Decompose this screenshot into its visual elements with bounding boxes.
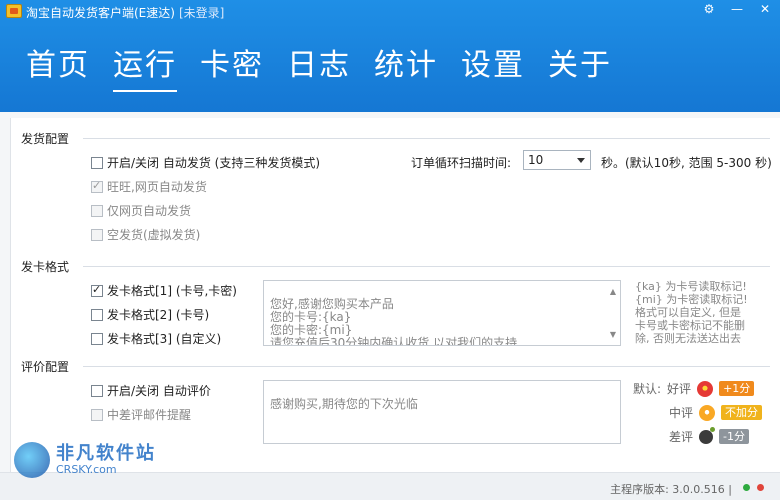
scan-interval-label: 订单循环扫描时间: bbox=[411, 156, 512, 170]
scroll-up-icon[interactable]: ▲ bbox=[610, 285, 616, 298]
mode-virtual[interactable]: 空发货(虚拟发货) bbox=[91, 226, 200, 243]
card-note-line-3: 格式可以自定义, 但是 bbox=[635, 306, 741, 319]
card-format-divider bbox=[83, 266, 770, 267]
neutral-score-badge: 不加分 bbox=[721, 405, 763, 420]
card-format-2[interactable]: 发卡格式[2] (卡号) bbox=[91, 306, 209, 323]
rating-good[interactable]: 默认: 好评 +1分 bbox=[633, 380, 755, 397]
watermark: 非凡软件站 CRSKY.com bbox=[14, 442, 156, 478]
auto-review-checkbox[interactable] bbox=[91, 384, 103, 397]
bad-review-alert[interactable]: 中差评邮件提醒 bbox=[91, 406, 191, 423]
window-controls: ⚙ — ✕ bbox=[702, 2, 772, 16]
mode-virtual-checkbox[interactable] bbox=[91, 228, 103, 241]
card-note-line-1: {ka} 为卡号读取标记! bbox=[635, 280, 747, 293]
version-text: 主程序版本: 3.0.0.516 | bbox=[610, 483, 732, 496]
rating-bad[interactable]: 差评 -1分 bbox=[669, 426, 749, 445]
chevron-down-icon bbox=[577, 158, 585, 163]
tab-about[interactable]: 关于 bbox=[548, 46, 612, 86]
card-template-textarea[interactable]: 您好,感谢您购买本产品 您的卡号:{ka} 您的卡密:{mi} 请您充值后30分… bbox=[263, 280, 621, 346]
status-red-dot bbox=[757, 484, 764, 491]
card-note: {ka} 为卡号读取标记! {mi} 为卡密读取标记! 格式可以自定义, 但是 … bbox=[635, 280, 748, 345]
run-panel: 发货配置 开启/关闭 自动发货 (支持三种发货模式) 旺旺,网页自动发货 仅网页… bbox=[10, 118, 780, 472]
template-scrollbar[interactable]: ▲ ▼ bbox=[608, 285, 618, 341]
review-divider bbox=[83, 366, 770, 367]
scan-interval-value: 10 bbox=[528, 153, 544, 167]
tab-run[interactable]: 运行 bbox=[113, 46, 177, 92]
mode-web-only[interactable]: 仅网页自动发货 bbox=[91, 202, 191, 219]
card-format-3-checkbox[interactable] bbox=[91, 332, 103, 345]
red-flower-icon bbox=[697, 380, 714, 397]
default-rating-label: 默认: bbox=[633, 382, 662, 396]
review-text: 感谢购买,期待您的下次光临 bbox=[270, 397, 418, 411]
watermark-cn: 非凡软件站 bbox=[56, 443, 156, 464]
shipping-section-title: 发货配置 bbox=[21, 132, 70, 146]
review-text-textarea[interactable]: 感谢购买,期待您的下次光临 bbox=[263, 380, 621, 444]
login-status: [未登录] bbox=[178, 6, 225, 20]
scroll-down-icon[interactable]: ▼ bbox=[610, 328, 616, 341]
card-format-2-checkbox[interactable] bbox=[91, 308, 103, 321]
tab-home[interactable]: 首页 bbox=[26, 46, 90, 86]
auto-review-toggle[interactable]: 开启/关闭 自动评价 bbox=[91, 382, 211, 399]
neutral-rating-label: 中评 bbox=[669, 406, 694, 420]
bad-rating-label: 差评 bbox=[669, 430, 694, 444]
scan-interval-select[interactable]: 10 bbox=[523, 150, 591, 170]
bomb-icon bbox=[699, 426, 716, 444]
app-name: 淘宝自动发货客户端(E速达) bbox=[26, 6, 175, 20]
status-green-dot bbox=[743, 484, 750, 491]
window-title: 淘宝自动发货客户端(E速达) [未登录] bbox=[26, 4, 224, 21]
tab-cards[interactable]: 卡密 bbox=[200, 46, 264, 86]
card-format-1-checkbox[interactable] bbox=[91, 283, 103, 297]
auto-ship-toggle[interactable]: 开启/关闭 自动发货 (支持三种发货模式) bbox=[91, 154, 320, 171]
watermark-text: 非凡软件站 CRSKY.com bbox=[56, 444, 156, 476]
watermark-logo-icon bbox=[14, 442, 50, 478]
mode-virtual-label: 空发货(虚拟发货) bbox=[107, 228, 201, 242]
review-section-title: 评价配置 bbox=[21, 360, 70, 374]
close-button[interactable]: ✕ bbox=[758, 2, 772, 16]
bad-review-alert-label: 中差评邮件提醒 bbox=[107, 408, 192, 422]
settings-gear-icon[interactable]: ⚙ bbox=[702, 2, 716, 16]
card-note-line-4: 卡号或卡密标记不能删 bbox=[635, 319, 745, 332]
card-note-line-5: 除, 否则无法送达出去 bbox=[635, 332, 741, 345]
auto-ship-label: 开启/关闭 自动发货 (支持三种发货模式) bbox=[107, 156, 321, 170]
bad-score-badge: -1分 bbox=[719, 429, 749, 444]
app-logo-icon bbox=[6, 4, 22, 18]
mode-wangwang-web-checkbox[interactable] bbox=[91, 179, 103, 193]
tab-stats[interactable]: 统计 bbox=[374, 46, 438, 86]
main-nav: 首页 运行 卡密 日志 统计 设置 关于 bbox=[26, 46, 612, 92]
mode-wangwang-web[interactable]: 旺旺,网页自动发货 bbox=[91, 178, 207, 195]
tab-settings[interactable]: 设置 bbox=[461, 46, 525, 86]
scan-interval-hint: 秒。(默认10秒, 范围 5-300 秒) bbox=[601, 156, 772, 170]
bad-review-alert-checkbox[interactable] bbox=[91, 408, 103, 421]
card-format-3-label: 发卡格式[3] (自定义) bbox=[107, 332, 222, 346]
minimize-button[interactable]: — bbox=[730, 2, 744, 16]
shipping-divider bbox=[83, 138, 770, 139]
auto-ship-checkbox[interactable] bbox=[91, 156, 103, 169]
card-format-2-label: 发卡格式[2] (卡号) bbox=[107, 308, 210, 322]
watermark-en: CRSKY.com bbox=[56, 463, 117, 476]
card-format-1-label: 发卡格式[1] (卡号,卡密) bbox=[107, 284, 237, 298]
mode-wangwang-web-label: 旺旺,网页自动发货 bbox=[107, 180, 207, 194]
card-format-3[interactable]: 发卡格式[3] (自定义) bbox=[91, 330, 221, 347]
auto-review-label: 开启/关闭 自动评价 bbox=[107, 384, 211, 398]
mode-web-only-label: 仅网页自动发货 bbox=[107, 204, 192, 218]
yellow-flower-icon bbox=[699, 404, 716, 421]
good-score-badge: +1分 bbox=[719, 381, 755, 396]
tab-log[interactable]: 日志 bbox=[287, 46, 351, 86]
card-format-1[interactable]: 发卡格式[1] (卡号,卡密) bbox=[91, 282, 237, 299]
mode-web-only-checkbox[interactable] bbox=[91, 204, 103, 217]
rating-neutral[interactable]: 中评 不加分 bbox=[669, 404, 763, 421]
card-note-line-2: {mi} 为卡密读取标记! bbox=[635, 293, 748, 306]
card-template-text: 您好,感谢您购买本产品 您的卡号:{ka} 您的卡密:{mi} 请您充值后30分… bbox=[270, 297, 518, 346]
good-rating-label: 好评 bbox=[667, 382, 692, 396]
card-format-section-title: 发卡格式 bbox=[21, 260, 70, 274]
header: 淘宝自动发货客户端(E速达) [未登录] ⚙ — ✕ 首页 运行 卡密 日志 统计… bbox=[0, 0, 780, 112]
